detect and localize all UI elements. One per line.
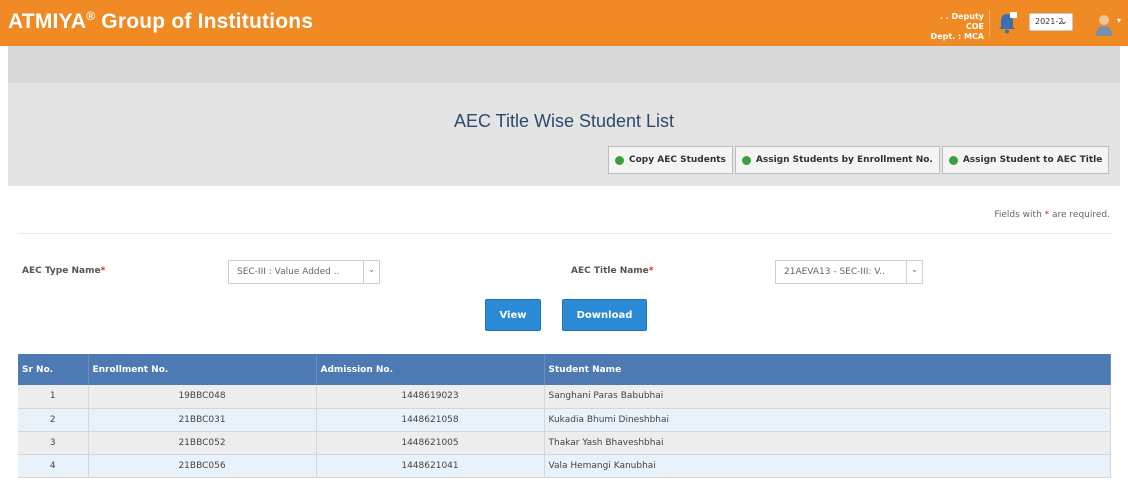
- cell-student-name: Kukadia Bhumi Dineshbhai: [544, 408, 1111, 432]
- aec-title-select[interactable]: 21AEVA13 - SEC-III: V.. ⌄: [775, 260, 923, 284]
- cell-student-name: Vala Hemangi Kanubhai: [544, 454, 1111, 478]
- aec-type-label: AEC Type Name*: [22, 266, 106, 276]
- table-row[interactable]: 3 21BBC052 1448621005 Thakar Yash Bhaves…: [18, 431, 1111, 455]
- user-info: . . Deputy COE Dept. : MCA: [922, 12, 984, 42]
- table-row[interactable]: 1 19BBC048 1448619023 Sanghani Paras Bab…: [18, 385, 1111, 409]
- required-fields-note: Fields with * are required.: [994, 210, 1110, 220]
- cell-student-name: Sanghani Paras Babubhai: [544, 385, 1111, 409]
- cell-sr-no: 1: [18, 385, 89, 409]
- aec-title-label: AEC Title Name*: [571, 266, 654, 276]
- cell-enrollment-no: 21BBC031: [88, 408, 317, 432]
- header-divider: [989, 10, 990, 36]
- cell-student-name: Thakar Yash Bhaveshbhai: [544, 431, 1111, 455]
- chevron-down-icon: ⌄: [1059, 16, 1068, 27]
- cell-enrollment-no: 21BBC052: [88, 431, 317, 455]
- view-button[interactable]: View: [485, 299, 541, 331]
- user-role: . . Deputy COE: [939, 12, 984, 31]
- page-title: AEC Title Wise Student List: [453, 111, 675, 131]
- action-button-group: Copy AEC Students Assign Students by Enr…: [608, 146, 1111, 174]
- title-panel: AEC Title Wise Student List Copy AEC Stu…: [8, 46, 1120, 186]
- cell-sr-no: 4: [18, 454, 89, 478]
- panel-top-stripe: [8, 46, 1120, 83]
- academic-year-select[interactable]: 2021-2 ⌄: [1029, 13, 1073, 31]
- column-header-admission-no[interactable]: Admission No.: [316, 354, 545, 385]
- user-department: Dept. : MCA: [930, 32, 984, 41]
- top-header-bar: ATMIYA® Group of Institutions . . Deputy…: [0, 0, 1128, 46]
- column-header-student-name[interactable]: Student Name: [544, 354, 1111, 385]
- bell-icon[interactable]: [996, 11, 1018, 35]
- cell-enrollment-no: 21BBC056: [88, 454, 317, 478]
- cell-sr-no: 3: [18, 431, 89, 455]
- green-dot-icon: [741, 155, 751, 165]
- table-header-row: Sr No. Enrollment No. Admission No. Stud…: [18, 354, 1111, 385]
- cell-admission-no: 1448621041: [316, 454, 545, 478]
- column-header-enrollment-no[interactable]: Enrollment No.: [88, 354, 317, 385]
- green-dot-icon: [615, 155, 624, 165]
- assign-by-enrollment-button[interactable]: Assign Students by Enrollment No.: [734, 146, 940, 174]
- cell-enrollment-no: 19BBC048: [88, 385, 317, 409]
- form-divider: [18, 233, 1112, 234]
- aec-type-select[interactable]: SEC-III : Value Added .. ⌄: [228, 260, 380, 284]
- cell-admission-no: 1448621058: [316, 408, 545, 432]
- column-header-sr-no[interactable]: Sr No.: [18, 354, 89, 385]
- copy-aec-students-button[interactable]: Copy AEC Students: [608, 146, 733, 174]
- user-menu-caret-icon[interactable]: ▾: [1117, 16, 1121, 25]
- download-button[interactable]: Download: [562, 299, 647, 331]
- table-row[interactable]: 2 21BBC031 1448621058 Kukadia Bhumi Dine…: [18, 408, 1111, 432]
- student-table: Sr No. Enrollment No. Admission No. Stud…: [18, 354, 1111, 478]
- cell-admission-no: 1448621005: [316, 431, 545, 455]
- chevron-down-icon: ⌄: [906, 261, 922, 283]
- table-row[interactable]: 4 21BBC056 1448621041 Vala Hemangi Kanub…: [18, 454, 1111, 478]
- brand-logo-text[interactable]: ATMIYA® Group of Institutions: [8, 9, 313, 34]
- green-dot-icon: [948, 155, 958, 165]
- chevron-down-icon: ⌄: [363, 261, 379, 283]
- cell-sr-no: 2: [18, 408, 89, 432]
- cell-admission-no: 1448619023: [316, 385, 545, 409]
- assign-student-to-aec-title-button[interactable]: Assign Student to AEC Title: [941, 146, 1110, 174]
- user-icon[interactable]: [1094, 13, 1114, 37]
